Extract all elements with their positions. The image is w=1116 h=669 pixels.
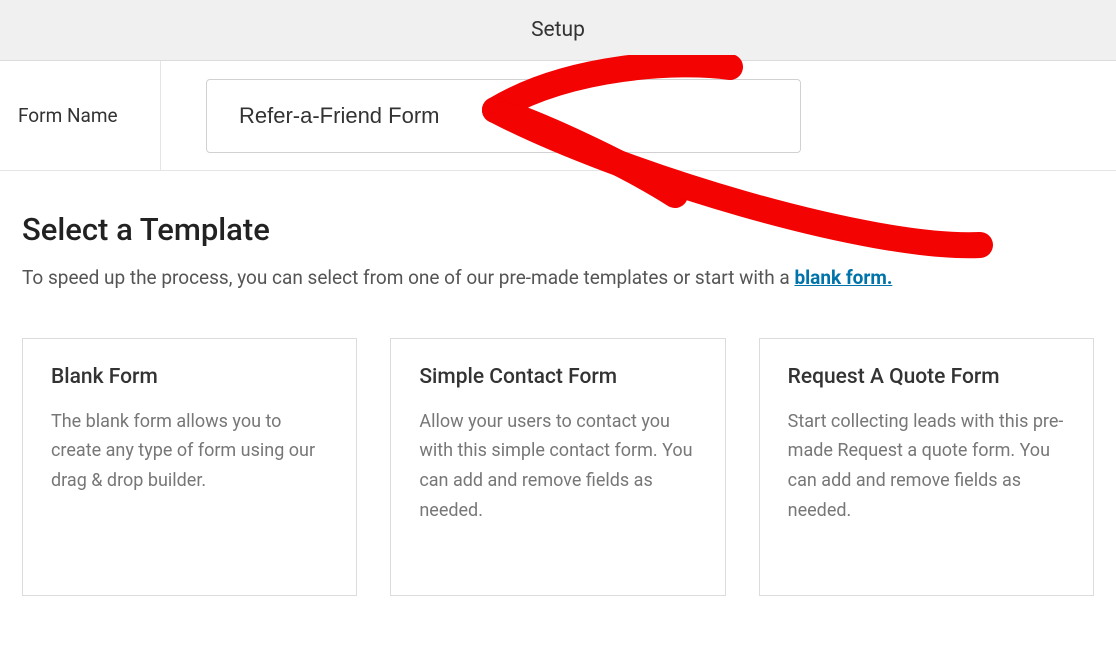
setup-title: Setup: [531, 18, 585, 42]
template-card-title: Simple Contact Form: [419, 365, 696, 389]
template-card-desc: The blank form allows you to create any …: [51, 407, 328, 496]
form-name-label: Form Name: [0, 61, 161, 170]
template-card-title: Request A Quote Form: [788, 365, 1065, 389]
form-name-row: Form Name: [0, 61, 1116, 171]
template-subtext-prefix: To speed up the process, you can select …: [22, 266, 794, 289]
template-card-request-quote[interactable]: Request A Quote Form Start collecting le…: [759, 338, 1094, 596]
setup-header: Setup: [0, 0, 1116, 61]
template-subtext: To speed up the process, you can select …: [22, 264, 1094, 293]
form-name-input[interactable]: [206, 79, 801, 153]
template-heading: Select a Template: [22, 211, 1094, 248]
template-card-title: Blank Form: [51, 365, 328, 389]
template-section: Select a Template To speed up the proces…: [0, 171, 1116, 596]
blank-form-link[interactable]: blank form.: [794, 266, 892, 289]
template-card-blank[interactable]: Blank Form The blank form allows you to …: [22, 338, 357, 596]
template-card-simple-contact[interactable]: Simple Contact Form Allow your users to …: [390, 338, 725, 596]
template-card-desc: Allow your users to contact you with thi…: [419, 407, 696, 526]
template-cards: Blank Form The blank form allows you to …: [22, 338, 1094, 596]
template-card-desc: Start collecting leads with this pre-mad…: [788, 407, 1065, 526]
form-name-input-cell: [161, 79, 1116, 153]
